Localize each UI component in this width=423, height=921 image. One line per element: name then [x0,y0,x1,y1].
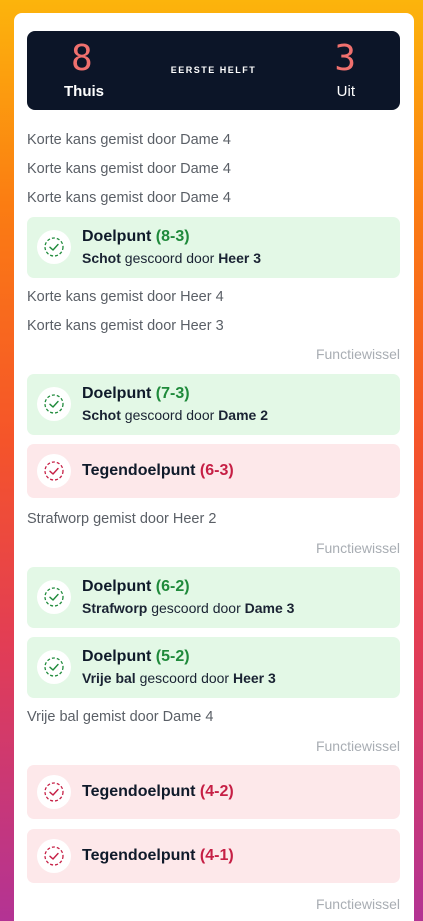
substitution-label: Functiewissel [315,738,400,754]
event-title: Doelpunt (6-2) [82,578,190,595]
opponent-goal-event[interactable]: Tegendoelpunt (4-2) [27,765,400,819]
event-detail: Schot gescoord door Dame 2 [82,407,268,423]
feed-text: Korte kans gemist door Dame 4 [27,132,231,148]
event-score: (6-2) [155,578,190,595]
event-title: Tegendoelpunt (6-3) [82,462,234,479]
opponent-goal-event[interactable]: Tegendoelpunt (4-1) [27,829,400,883]
feed-text: Strafworp gemist door Heer 2 [27,511,217,527]
event-score: (4-1) [199,847,234,864]
scoreboard: 8 EERSTE HELFT 3 Thuis Uit [27,31,400,110]
event-score: (6-3) [199,462,234,479]
event-title: Doelpunt (8-3) [82,228,190,245]
feed-text: Korte kans gemist door Heer 4 [27,289,224,305]
event-score: (8-3) [155,228,190,245]
event-title: Doelpunt (7-3) [82,385,190,402]
event-title: Tegendoelpunt (4-1) [82,847,234,864]
goal-event[interactable]: Doelpunt (7-3) Schot gescoord door Dame … [27,374,400,435]
check-circle-dashed-icon [37,454,71,488]
feed-text: Vrije bal gemist door Dame 4 [27,709,214,725]
check-circle-dashed-icon [37,387,71,421]
event-score: (4-2) [199,783,234,800]
event-title: Tegendoelpunt (4-2) [82,783,234,800]
check-circle-dashed-icon [37,839,71,873]
feed-text: Korte kans gemist door Dame 4 [27,161,231,177]
feed-text: Korte kans gemist door Heer 3 [27,318,224,334]
event-detail: Vrije bal gescoord door Heer 3 [82,670,276,686]
substitution-label: Functiewissel [315,346,400,362]
event-score: (5-2) [155,648,190,665]
substitution-label: Functiewissel [315,896,400,912]
match-card: 8 EERSTE HELFT 3 Thuis Uit Korte kans ge… [14,13,414,921]
substitution-label: Functiewissel [315,540,400,556]
away-team-label: Uit [336,83,355,100]
event-detail: Schot gescoord door Heer 3 [82,250,261,266]
goal-event[interactable]: Doelpunt (6-2) Strafworp gescoord door D… [27,567,400,628]
check-circle-dashed-icon [37,230,71,264]
away-score: 3 [334,38,356,79]
opponent-goal-event[interactable]: Tegendoelpunt (6-3) [27,444,400,498]
goal-event[interactable]: Doelpunt (8-3) Schot gescoord door Heer … [27,217,400,278]
feed-text: Korte kans gemist door Dame 4 [27,190,231,206]
check-circle-dashed-icon [37,580,71,614]
event-score: (7-3) [155,385,190,402]
goal-event[interactable]: Doelpunt (5-2) Vrije bal gescoord door H… [27,637,400,698]
check-circle-dashed-icon [37,650,71,684]
event-detail: Strafworp gescoord door Dame 3 [82,600,295,616]
home-team-label: Thuis [64,83,104,100]
event-title: Doelpunt (5-2) [82,648,190,665]
check-circle-dashed-icon [37,775,71,809]
